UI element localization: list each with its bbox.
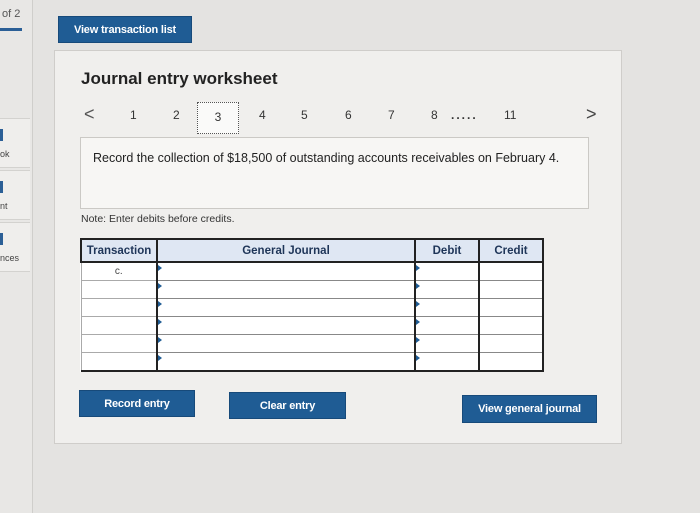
dropdown-marker-icon	[158, 301, 162, 307]
dropdown-marker-icon	[158, 319, 162, 325]
credit-input[interactable]	[478, 352, 544, 372]
credit-input[interactable]	[478, 334, 544, 353]
debit-input[interactable]	[414, 261, 480, 281]
transaction-cell	[80, 316, 158, 335]
pager-ellipsis: .....	[451, 108, 478, 122]
sidebar-item-label: nces	[0, 253, 20, 263]
page-6[interactable]: 6	[345, 108, 352, 122]
question-text: Record the collection of $18,500 of outs…	[80, 137, 589, 209]
page-5[interactable]: 5	[301, 108, 308, 122]
view-transaction-list-button[interactable]: View transaction list	[58, 16, 192, 43]
clear-entry-button[interactable]: Clear entry	[229, 392, 346, 419]
col-credit: Credit	[478, 238, 544, 263]
transaction-cell	[80, 280, 158, 299]
credit-input[interactable]	[478, 261, 544, 281]
dropdown-marker-icon	[416, 283, 420, 289]
sidebar-item-label: ok	[0, 149, 10, 159]
chevron-left-icon[interactable]: <	[84, 104, 95, 125]
sidebar-item-2[interactable]: nt	[0, 170, 30, 220]
table-row	[80, 280, 544, 299]
credit-input[interactable]	[478, 280, 544, 299]
sidebar-item-label: nt	[0, 201, 8, 211]
page-1[interactable]: 1	[130, 108, 137, 122]
dropdown-marker-icon	[158, 337, 162, 343]
page-8[interactable]: 8	[431, 108, 438, 122]
table-row	[80, 298, 544, 317]
table-row	[80, 352, 544, 372]
sidebar-item-3[interactable]: nces	[0, 222, 30, 272]
page-indicator: of 2	[2, 8, 21, 20]
account-input[interactable]	[156, 316, 416, 335]
transaction-cell	[80, 334, 158, 353]
account-input[interactable]	[156, 334, 416, 353]
dropdown-marker-icon	[158, 283, 162, 289]
sidebar-item-1[interactable]: ok	[0, 118, 30, 168]
debit-input[interactable]	[414, 316, 480, 335]
col-debit: Debit	[414, 238, 480, 263]
record-entry-button[interactable]: Record entry	[79, 390, 195, 417]
debit-input[interactable]	[414, 352, 480, 372]
journal-table: Transaction General Journal Debit Credit…	[80, 238, 544, 372]
dropdown-marker-icon	[416, 301, 420, 307]
sidebar: of 2 ok nt nces	[0, 0, 33, 513]
debit-input[interactable]	[414, 280, 480, 299]
pager: < 1 2 3 4 5 6 7 8 ..... 11 >	[80, 100, 620, 134]
page-11[interactable]: 11	[504, 108, 516, 122]
page-3-current[interactable]: 3	[197, 102, 239, 134]
page-7[interactable]: 7	[388, 108, 395, 122]
account-input[interactable]	[156, 261, 416, 281]
transaction-cell	[80, 352, 158, 372]
dropdown-marker-icon	[416, 355, 420, 361]
account-input[interactable]	[156, 280, 416, 299]
bookmark-icon	[0, 233, 3, 245]
dropdown-marker-icon	[158, 355, 162, 361]
dropdown-marker-icon	[416, 265, 420, 271]
debit-input[interactable]	[414, 334, 480, 353]
account-input[interactable]	[156, 352, 416, 372]
credit-input[interactable]	[478, 298, 544, 317]
table-row	[80, 316, 544, 335]
transaction-cell	[80, 298, 158, 317]
transaction-cell: c.	[80, 261, 158, 281]
note-text: Note: Enter debits before credits.	[81, 213, 235, 225]
progress-bar	[0, 28, 22, 31]
col-general-journal: General Journal	[156, 238, 416, 263]
bookmark-icon	[0, 129, 3, 141]
table-row	[80, 334, 544, 353]
table-row: c.	[80, 261, 544, 281]
debit-input[interactable]	[414, 298, 480, 317]
dropdown-marker-icon	[158, 265, 162, 271]
chevron-right-icon[interactable]: >	[586, 104, 597, 125]
bookmark-icon	[0, 181, 3, 193]
dropdown-marker-icon	[416, 319, 420, 325]
view-general-journal-button[interactable]: View general journal	[462, 395, 597, 423]
credit-input[interactable]	[478, 316, 544, 335]
page-title: Journal entry worksheet	[81, 69, 278, 88]
col-transaction: Transaction	[80, 238, 158, 263]
page-2[interactable]: 2	[173, 108, 180, 122]
page-4[interactable]: 4	[259, 108, 266, 122]
dropdown-marker-icon	[416, 337, 420, 343]
account-input[interactable]	[156, 298, 416, 317]
